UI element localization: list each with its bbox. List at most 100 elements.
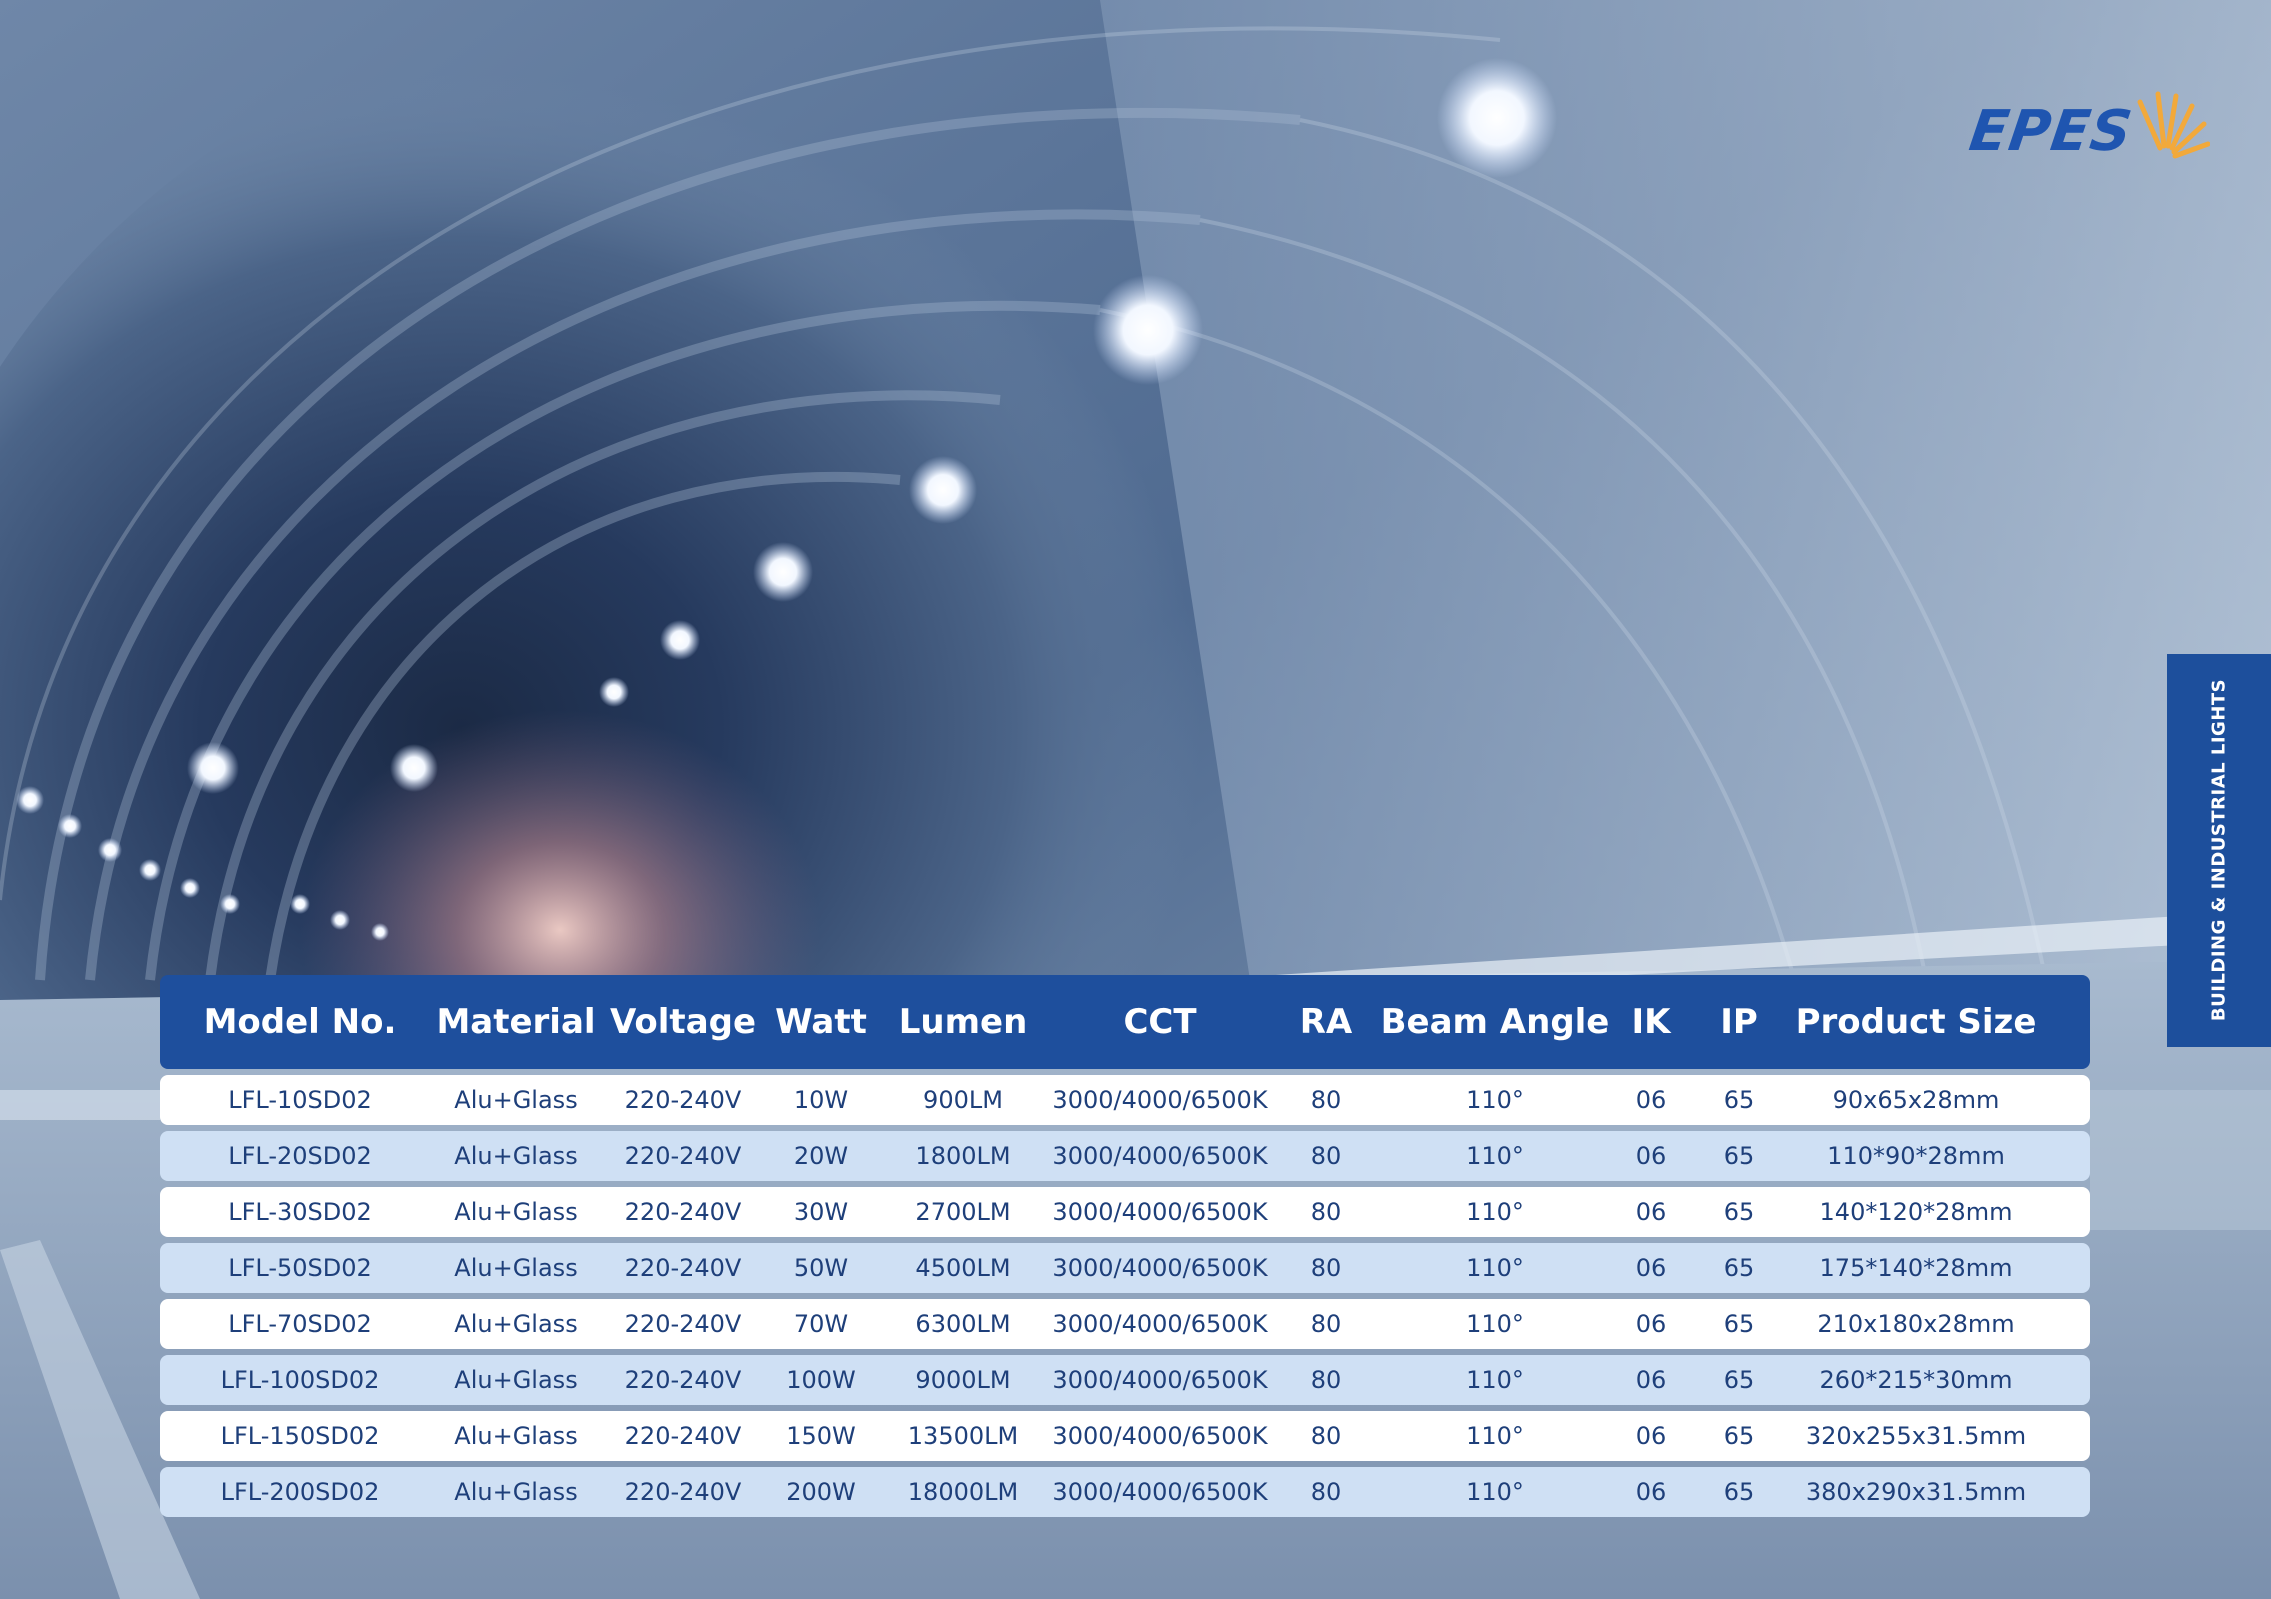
cell-ik: 06 — [1635, 1254, 1667, 1282]
cell-product-size: 210x180x28mm — [1817, 1310, 2015, 1338]
cell-beam-angle: 110° — [1466, 1198, 1524, 1226]
cell-ra: 80 — [1310, 1142, 1342, 1170]
side-tab-label: BUILDING & INDUSTRIAL LIGHTS — [2208, 678, 2230, 1022]
cell-watt: 50W — [793, 1254, 849, 1282]
cell-cct: 3000/4000/6500K — [1052, 1086, 1268, 1114]
cell-ra: 80 — [1310, 1086, 1342, 1114]
cell-model-no: LFL-70SD02 — [228, 1310, 372, 1338]
cell-voltage: 220-240V — [624, 1478, 742, 1506]
cell-ra: 80 — [1310, 1366, 1342, 1394]
table-row: LFL-150SD02 Alu+Glass 220-240V 150W 1350… — [160, 1411, 2090, 1461]
cell-beam-angle: 110° — [1466, 1310, 1524, 1338]
cell-model-no: LFL-50SD02 — [228, 1254, 372, 1282]
cell-ik: 06 — [1635, 1366, 1667, 1394]
cell-beam-angle: 110° — [1466, 1366, 1524, 1394]
epes-logo: EPES — [1966, 90, 2210, 170]
cell-lumen: 18000LM — [907, 1478, 1019, 1506]
column-header-model-no: Model No. — [203, 1002, 397, 1042]
cell-cct: 3000/4000/6500K — [1052, 1310, 1268, 1338]
cell-ip: 65 — [1723, 1086, 1755, 1114]
cell-ik: 06 — [1635, 1478, 1667, 1506]
cell-product-size: 175*140*28mm — [1819, 1254, 2013, 1282]
cell-lumen: 13500LM — [907, 1422, 1019, 1450]
cell-ip: 65 — [1723, 1422, 1755, 1450]
cell-ik: 06 — [1635, 1142, 1667, 1170]
cell-lumen: 4500LM — [915, 1254, 1011, 1282]
cell-cct: 3000/4000/6500K — [1052, 1366, 1268, 1394]
cell-material: Alu+Glass — [454, 1142, 578, 1170]
table-row: LFL-10SD02 Alu+Glass 220-240V 10W 900LM … — [160, 1075, 2090, 1125]
cell-model-no: LFL-100SD02 — [220, 1366, 380, 1394]
cell-ik: 06 — [1635, 1310, 1667, 1338]
cell-product-size: 320x255x31.5mm — [1805, 1422, 2027, 1450]
cell-ip: 65 — [1723, 1254, 1755, 1282]
cell-material: Alu+Glass — [454, 1366, 578, 1394]
cell-cct: 3000/4000/6500K — [1052, 1254, 1268, 1282]
cell-cct: 3000/4000/6500K — [1052, 1478, 1268, 1506]
cell-watt: 20W — [793, 1142, 849, 1170]
table-row: LFL-100SD02 Alu+Glass 220-240V 100W 9000… — [160, 1355, 2090, 1405]
table-row: LFL-70SD02 Alu+Glass 220-240V 70W 6300LM… — [160, 1299, 2090, 1349]
table-row: LFL-30SD02 Alu+Glass 220-240V 30W 2700LM… — [160, 1187, 2090, 1237]
cell-ip: 65 — [1723, 1478, 1755, 1506]
cell-ra: 80 — [1310, 1478, 1342, 1506]
cell-watt: 30W — [793, 1198, 849, 1226]
cell-material: Alu+Glass — [454, 1478, 578, 1506]
cell-ra: 80 — [1310, 1422, 1342, 1450]
cell-ra: 80 — [1310, 1254, 1342, 1282]
catalog-page: EPES BUILDING & INDUSTRIAL LIGHTS Model … — [0, 0, 2271, 1599]
cell-voltage: 220-240V — [624, 1254, 742, 1282]
cell-beam-angle: 110° — [1466, 1422, 1524, 1450]
table-row: LFL-50SD02 Alu+Glass 220-240V 50W 4500LM… — [160, 1243, 2090, 1293]
logo-wordmark: EPES — [1965, 99, 2137, 164]
cell-watt: 10W — [793, 1086, 849, 1114]
cell-ip: 65 — [1723, 1366, 1755, 1394]
cell-voltage: 220-240V — [624, 1142, 742, 1170]
cell-cct: 3000/4000/6500K — [1052, 1198, 1268, 1226]
column-header-product-size: Product Size — [1795, 1002, 2037, 1042]
cell-model-no: LFL-150SD02 — [220, 1422, 380, 1450]
column-header-ik: IK — [1631, 1002, 1671, 1042]
cell-ra: 80 — [1310, 1310, 1342, 1338]
cell-lumen: 2700LM — [915, 1198, 1011, 1226]
cell-voltage: 220-240V — [624, 1086, 742, 1114]
cell-voltage: 220-240V — [624, 1198, 742, 1226]
column-header-ra: RA — [1299, 1002, 1353, 1042]
column-header-lumen: Lumen — [898, 1002, 1028, 1042]
cell-lumen: 900LM — [923, 1086, 1003, 1114]
cell-watt: 100W — [786, 1366, 856, 1394]
cell-model-no: LFL-200SD02 — [220, 1478, 380, 1506]
cell-lumen: 9000LM — [915, 1366, 1011, 1394]
cell-material: Alu+Glass — [454, 1422, 578, 1450]
table-row: LFL-20SD02 Alu+Glass 220-240V 20W 1800LM… — [160, 1131, 2090, 1181]
table-row: LFL-200SD02 Alu+Glass 220-240V 200W 1800… — [160, 1467, 2090, 1517]
cell-beam-angle: 110° — [1466, 1478, 1524, 1506]
cell-product-size: 260*215*30mm — [1819, 1366, 2013, 1394]
cell-material: Alu+Glass — [454, 1310, 578, 1338]
cell-material: Alu+Glass — [454, 1254, 578, 1282]
cell-model-no: LFL-20SD02 — [228, 1142, 372, 1170]
column-header-material: Material — [436, 1002, 596, 1042]
cell-beam-angle: 110° — [1466, 1086, 1524, 1114]
cell-ip: 65 — [1723, 1310, 1755, 1338]
cell-lumen: 6300LM — [915, 1310, 1011, 1338]
cell-model-no: LFL-30SD02 — [228, 1198, 372, 1226]
cell-material: Alu+Glass — [454, 1086, 578, 1114]
cell-watt: 70W — [793, 1310, 849, 1338]
cell-watt: 150W — [786, 1422, 856, 1450]
column-header-cct: CCT — [1123, 1002, 1197, 1042]
cell-model-no: LFL-10SD02 — [228, 1086, 372, 1114]
cell-ik: 06 — [1635, 1422, 1667, 1450]
cell-cct: 3000/4000/6500K — [1052, 1142, 1268, 1170]
cell-beam-angle: 110° — [1466, 1142, 1524, 1170]
cell-watt: 200W — [786, 1478, 856, 1506]
cell-product-size: 380x290x31.5mm — [1805, 1478, 2027, 1506]
cell-voltage: 220-240V — [624, 1310, 742, 1338]
product-spec-table: Model No. Material Voltage Watt Lumen CC… — [160, 975, 2090, 1517]
cell-cct: 3000/4000/6500K — [1052, 1422, 1268, 1450]
cell-product-size: 140*120*28mm — [1819, 1198, 2013, 1226]
cell-material: Alu+Glass — [454, 1198, 578, 1226]
cell-ip: 65 — [1723, 1142, 1755, 1170]
column-header-ip: IP — [1720, 1002, 1758, 1042]
cell-voltage: 220-240V — [624, 1366, 742, 1394]
